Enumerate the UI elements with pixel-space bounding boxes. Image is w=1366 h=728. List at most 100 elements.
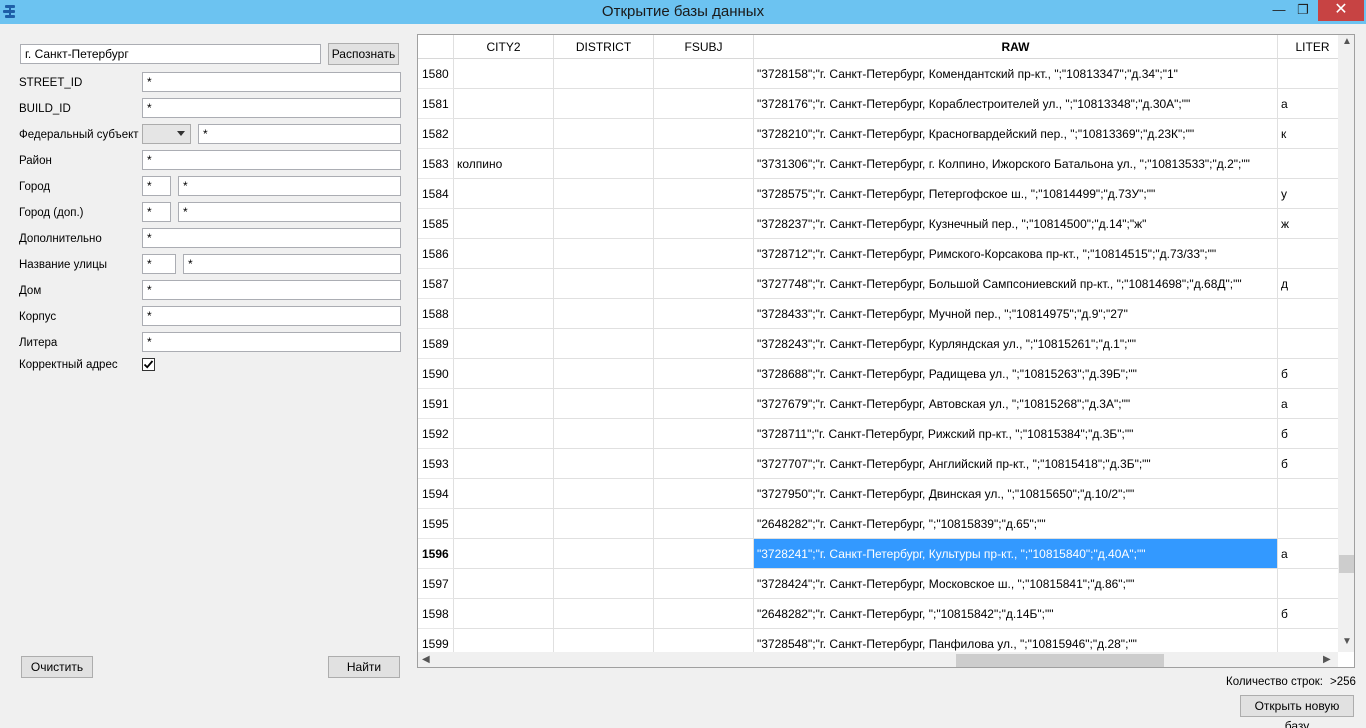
open-new-database-button[interactable]: Открыть новую базу bbox=[1240, 695, 1354, 728]
table-row[interactable]: 1593 "3727707";"г. Санкт-Петербург, Англи… bbox=[418, 449, 1338, 479]
cell-fsubj[interactable] bbox=[654, 179, 754, 209]
row-number[interactable]: 1591 bbox=[418, 389, 454, 419]
column-header-fsubj[interactable]: FSUBJ bbox=[654, 35, 754, 59]
cell-liter[interactable] bbox=[1278, 509, 1338, 539]
build-id-input[interactable]: * bbox=[142, 98, 401, 118]
table-row[interactable]: 1598 "2648282";"г. Санкт-Петербург, ";"10… bbox=[418, 599, 1338, 629]
table-row[interactable]: 1580 "3728158";"г. Санкт-Петербург, Комен… bbox=[418, 59, 1338, 89]
cell-city2[interactable] bbox=[454, 479, 554, 509]
cell-liter[interactable]: а bbox=[1278, 89, 1338, 119]
cell-raw[interactable]: "3728575";"г. Санкт-Петербург, Петергофс… bbox=[754, 179, 1278, 209]
table-row[interactable]: 1588 "3728433";"г. Санкт-Петербург, Мучно… bbox=[418, 299, 1338, 329]
cell-fsubj[interactable] bbox=[654, 299, 754, 329]
cell-liter[interactable] bbox=[1278, 59, 1338, 89]
address-query-input[interactable]: г. Санкт-Петербург bbox=[20, 44, 321, 64]
row-number[interactable]: 1585 bbox=[418, 209, 454, 239]
find-button[interactable]: Найти bbox=[328, 656, 400, 678]
cell-district[interactable] bbox=[554, 509, 654, 539]
cell-liter[interactable]: а bbox=[1278, 389, 1338, 419]
cell-district[interactable] bbox=[554, 449, 654, 479]
cell-city2[interactable] bbox=[454, 119, 554, 149]
column-header-raw[interactable]: RAW bbox=[754, 35, 1278, 59]
cell-city2[interactable] bbox=[454, 299, 554, 329]
table-row[interactable]: 1581 "3728176";"г. Санкт-Петербург, Кораб… bbox=[418, 89, 1338, 119]
additional-input[interactable]: * bbox=[142, 228, 401, 248]
cell-district[interactable] bbox=[554, 299, 654, 329]
cell-fsubj[interactable] bbox=[654, 149, 754, 179]
row-number[interactable]: 1599 bbox=[418, 629, 454, 652]
scroll-left-icon[interactable]: ◀ bbox=[422, 653, 430, 667]
close-button[interactable]: ✕ bbox=[1318, 0, 1364, 21]
recognize-button[interactable]: Распознать bbox=[328, 43, 399, 65]
table-row[interactable]: 1586 "3728712";"г. Санкт-Петербург, Римск… bbox=[418, 239, 1338, 269]
cell-fsubj[interactable] bbox=[654, 449, 754, 479]
table-row[interactable]: 1584 "3728575";"г. Санкт-Петербург, Петер… bbox=[418, 179, 1338, 209]
cell-liter[interactable]: ж bbox=[1278, 209, 1338, 239]
cell-city2[interactable] bbox=[454, 239, 554, 269]
cell-fsubj[interactable] bbox=[654, 119, 754, 149]
cell-city2[interactable] bbox=[454, 389, 554, 419]
row-number[interactable]: 1583 bbox=[418, 149, 454, 179]
cell-district[interactable] bbox=[554, 119, 654, 149]
table-row[interactable]: 1583 колпино "3731306";"г. Санкт-Петербург… bbox=[418, 149, 1338, 179]
cell-fsubj[interactable] bbox=[654, 59, 754, 89]
cell-district[interactable] bbox=[554, 359, 654, 389]
row-number[interactable]: 1584 bbox=[418, 179, 454, 209]
row-number[interactable]: 1594 bbox=[418, 479, 454, 509]
cell-raw[interactable]: "3727950";"г. Санкт-Петербург, Двинская … bbox=[754, 479, 1278, 509]
street-type-input[interactable]: * bbox=[142, 254, 176, 274]
cell-raw[interactable]: "3728711";"г. Санкт-Петербург, Рижский п… bbox=[754, 419, 1278, 449]
cell-liter[interactable] bbox=[1278, 329, 1338, 359]
column-header-district[interactable]: DISTRICT bbox=[554, 35, 654, 59]
results-table[interactable]: CITY2 DISTRICT FSUBJ RAW LITER 1580 "3728… bbox=[417, 34, 1355, 668]
cell-city2[interactable] bbox=[454, 569, 554, 599]
cell-fsubj[interactable] bbox=[654, 629, 754, 652]
scroll-down-icon[interactable]: ▼ bbox=[1342, 635, 1352, 649]
cell-district[interactable] bbox=[554, 569, 654, 599]
cell-fsubj[interactable] bbox=[654, 269, 754, 299]
cell-raw[interactable]: "3728688";"г. Санкт-Петербург, Радищева … bbox=[754, 359, 1278, 389]
row-number[interactable]: 1590 bbox=[418, 359, 454, 389]
cell-liter[interactable] bbox=[1278, 299, 1338, 329]
table-row[interactable]: 1597 "3728424";"г. Санкт-Петербург, Моско… bbox=[418, 569, 1338, 599]
cell-raw[interactable]: "3728237";"г. Санкт-Петербург, Кузнечный… bbox=[754, 209, 1278, 239]
cell-raw[interactable]: "3727707";"г. Санкт-Петербург, Английски… bbox=[754, 449, 1278, 479]
row-number[interactable]: 1586 bbox=[418, 239, 454, 269]
cell-raw[interactable]: "3728433";"г. Санкт-Петербург, Мучной пе… bbox=[754, 299, 1278, 329]
cell-liter[interactable]: б bbox=[1278, 449, 1338, 479]
table-row[interactable]: 1599 "3728548";"г. Санкт-Петербург, Панфи… bbox=[418, 629, 1338, 652]
cell-city2[interactable] bbox=[454, 269, 554, 299]
cell-fsubj[interactable] bbox=[654, 419, 754, 449]
cell-liter[interactable]: б bbox=[1278, 599, 1338, 629]
cell-district[interactable] bbox=[554, 269, 654, 299]
cell-city2[interactable] bbox=[454, 59, 554, 89]
cell-district[interactable] bbox=[554, 539, 654, 569]
cell-raw[interactable]: "3727748";"г. Санкт-Петербург, Большой С… bbox=[754, 269, 1278, 299]
row-number[interactable]: 1587 bbox=[418, 269, 454, 299]
cell-city2[interactable] bbox=[454, 539, 554, 569]
cell-city2[interactable] bbox=[454, 629, 554, 652]
city-extra-code-input[interactable]: * bbox=[142, 202, 171, 222]
cell-fsubj[interactable] bbox=[654, 479, 754, 509]
cell-liter[interactable]: а bbox=[1278, 539, 1338, 569]
cell-district[interactable] bbox=[554, 149, 654, 179]
cell-raw[interactable]: "3728158";"г. Санкт-Петербург, Комендант… bbox=[754, 59, 1278, 89]
cell-city2[interactable] bbox=[454, 209, 554, 239]
table-row[interactable]: 1589 "3728243";"г. Санкт-Петербург, Курля… bbox=[418, 329, 1338, 359]
row-number[interactable]: 1592 bbox=[418, 419, 454, 449]
cell-raw[interactable]: "3728243";"г. Санкт-Петербург, Курляндск… bbox=[754, 329, 1278, 359]
cell-city2[interactable] bbox=[454, 449, 554, 479]
table-row[interactable]: 1590 "3728688";"г. Санкт-Петербург, Радищ… bbox=[418, 359, 1338, 389]
city-input[interactable]: * bbox=[178, 176, 401, 196]
fed-subject-input[interactable]: * bbox=[198, 124, 401, 144]
table-row[interactable]: 1592 "3728711";"г. Санкт-Петербург, Рижск… bbox=[418, 419, 1338, 449]
cell-liter[interactable] bbox=[1278, 149, 1338, 179]
cell-city2[interactable] bbox=[454, 89, 554, 119]
cell-fsubj[interactable] bbox=[654, 599, 754, 629]
cell-liter[interactable] bbox=[1278, 629, 1338, 652]
table-row[interactable]: 1595 "2648282";"г. Санкт-Петербург, ";"10… bbox=[418, 509, 1338, 539]
horizontal-scroll-thumb[interactable] bbox=[956, 654, 1164, 667]
table-row[interactable]: 1582 "3728210";"г. Санкт-Петербург, Красн… bbox=[418, 119, 1338, 149]
table-row[interactable]: 1585 "3728237";"г. Санкт-Петербург, Кузне… bbox=[418, 209, 1338, 239]
cell-city2[interactable] bbox=[454, 359, 554, 389]
